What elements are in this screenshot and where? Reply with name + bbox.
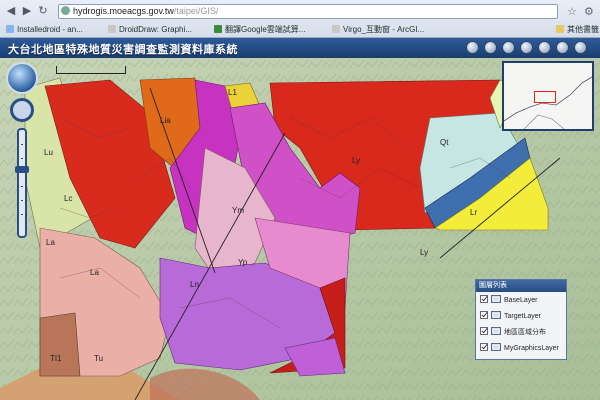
bookmark-icon — [108, 25, 116, 33]
map-label: L1 — [228, 88, 237, 97]
map-navigation — [6, 62, 38, 242]
scale-bar — [56, 66, 126, 74]
overview-extent[interactable] — [534, 91, 556, 103]
tool-button[interactable] — [502, 41, 515, 54]
map-view[interactable]: L1 Lia Lu Lc Ly La Ym Yp Ln Qt Lr TI1 Tu… — [0, 58, 600, 400]
zoom-tick — [21, 144, 23, 145]
layer-item[interactable]: BaseLayer — [480, 294, 537, 308]
star-icon[interactable]: ☆ — [567, 5, 577, 18]
wrench-icon[interactable]: ⚙ — [584, 5, 594, 18]
layer-swatch — [491, 295, 501, 303]
geo-unit[interactable] — [39, 312, 81, 377]
map-label: Ym — [232, 206, 244, 215]
bookmark-item[interactable]: DroidDraw: Graphi... — [108, 23, 192, 36]
layer-checkbox[interactable] — [480, 327, 488, 335]
app-title-bar: 大台北地區特殊地質災害調查監測資料庫系統 — [0, 38, 600, 58]
forward-icon[interactable]: ▶ — [20, 4, 34, 18]
site-icon — [61, 6, 70, 15]
map-label: La — [90, 268, 99, 277]
app-title: 大台北地區特殊地質災害調查監測資料庫系統 — [8, 44, 238, 56]
address-bar[interactable]: hydrogis.moeacgs.gov.tw/taipei/GIS/ — [58, 4, 558, 19]
map-label: Yp — [238, 258, 248, 267]
bookmark-item[interactable]: Virgo_互動窗 - ArcGI... — [332, 23, 424, 36]
map-label: La — [46, 238, 55, 247]
layer-checkbox[interactable] — [480, 295, 488, 303]
layer-item[interactable]: TargetLayer — [480, 310, 541, 324]
back-icon[interactable]: ◀ — [4, 4, 18, 18]
tool-button[interactable] — [574, 41, 587, 54]
globe-icon[interactable] — [6, 62, 38, 94]
map-label: Ln — [190, 280, 199, 289]
tool-button[interactable] — [556, 41, 569, 54]
bookmarks-bar: Installedroid - an... DroidDraw: Graphi.… — [0, 22, 600, 37]
browser-chrome: ◀ ▶ ↻ hydrogis.moeacgs.gov.tw/taipei/GIS… — [0, 0, 600, 38]
zoom-tick — [21, 214, 23, 215]
map-label: Lia — [160, 116, 171, 125]
tool-button[interactable] — [484, 41, 497, 54]
map-label: TI1 — [50, 354, 62, 363]
pan-icon[interactable] — [10, 98, 34, 122]
overview-boundary — [523, 114, 565, 129]
layer-item[interactable]: 地區區域分布 — [480, 326, 546, 340]
url-host: hydrogis.moeacgs.gov.tw — [73, 6, 174, 16]
zoom-tick — [21, 186, 23, 187]
layer-checkbox[interactable] — [480, 343, 488, 351]
map-label: Lc — [64, 194, 73, 203]
layer-swatch — [491, 327, 501, 335]
map-label: Ly — [352, 156, 361, 165]
browser-nav-row: ◀ ▶ ↻ hydrogis.moeacgs.gov.tw/taipei/GIS… — [0, 2, 600, 22]
zoom-thumb[interactable] — [15, 166, 29, 173]
zoom-tick — [21, 158, 23, 159]
layer-checkbox[interactable] — [480, 311, 488, 319]
layer-list-title: 圖層列表 — [476, 280, 566, 292]
map-label: Lr — [470, 208, 478, 217]
tool-button[interactable] — [538, 41, 551, 54]
reload-icon[interactable]: ↻ — [36, 4, 50, 18]
tool-button[interactable] — [466, 41, 479, 54]
tool-button[interactable] — [520, 41, 533, 54]
layer-item[interactable]: MyGraphicsLayer — [480, 342, 559, 356]
layer-swatch — [491, 343, 501, 351]
layer-swatch — [491, 311, 501, 319]
other-bookmarks[interactable]: 其他書籤 — [556, 23, 599, 36]
zoom-slider[interactable] — [15, 128, 29, 238]
layer-list-panel: 圖層列表 BaseLayer TargetLayer 地區區域分布 MyGrap… — [475, 279, 567, 360]
map-label: Lu — [44, 148, 53, 157]
folder-icon — [556, 25, 564, 33]
bookmark-item[interactable]: Installedroid - an... — [6, 23, 83, 36]
bookmark-icon — [332, 25, 340, 33]
map-label: Ly — [420, 248, 429, 257]
url-path: /taipei/GIS/ — [173, 6, 219, 16]
map-label: Qt — [440, 138, 449, 147]
bookmark-icon — [6, 25, 14, 33]
map-label: Tu — [94, 354, 104, 363]
overview-map[interactable] — [502, 61, 594, 131]
bookmark-item[interactable]: 翻譯Google雲端試算... — [214, 23, 305, 36]
zoom-tick — [21, 200, 23, 201]
bookmark-icon — [214, 25, 222, 33]
